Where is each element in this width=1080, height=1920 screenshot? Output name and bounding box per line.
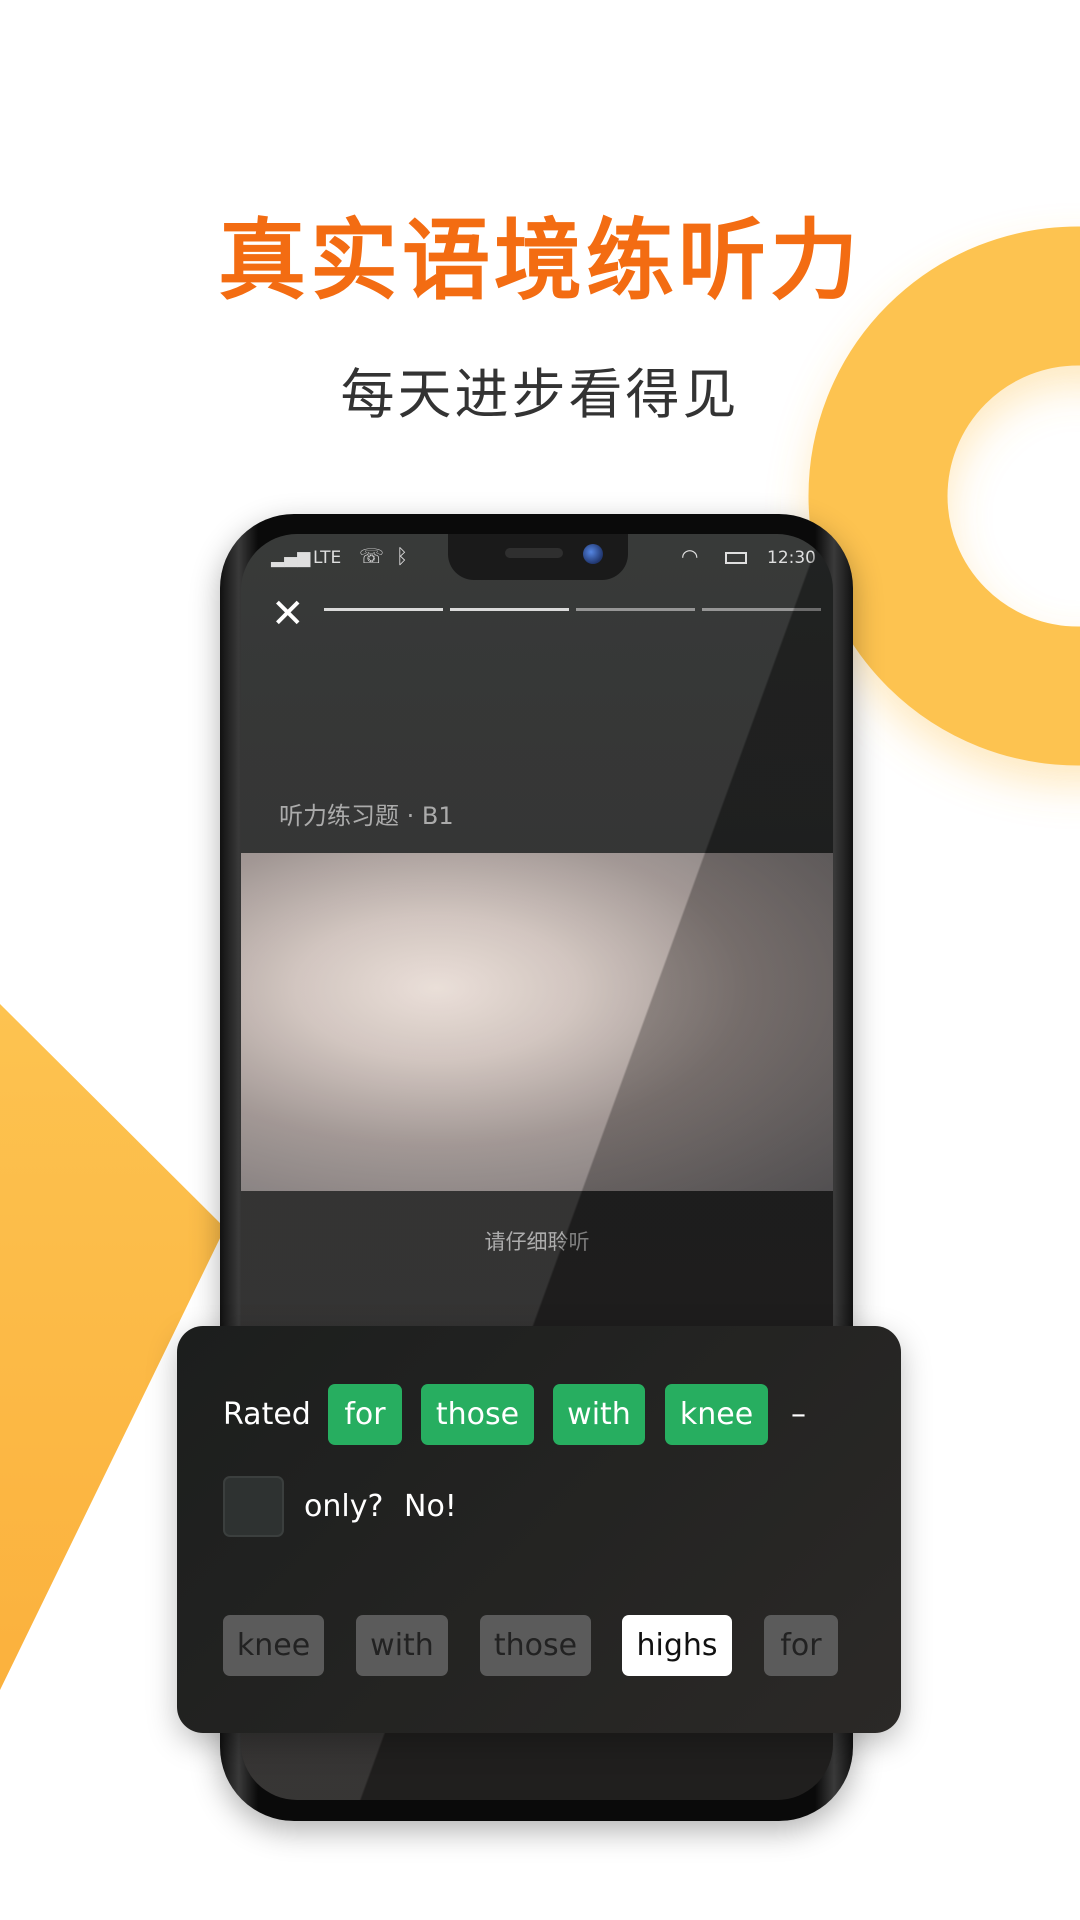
progress-segment — [576, 608, 695, 611]
close-button[interactable]: ✕ — [271, 594, 305, 634]
speaker — [505, 548, 563, 558]
progress-segment — [324, 608, 443, 611]
exercise-label: 听力练习题 · B1 — [279, 802, 454, 830]
dash: – — [791, 1397, 806, 1432]
clock: 12:30 — [767, 548, 816, 568]
bluetooth-icon: ᛒ — [396, 544, 408, 568]
quiz-card: Rated for those with knee – only? No! kn… — [177, 1326, 901, 1733]
filled-word[interactable]: with — [553, 1384, 645, 1445]
option-word[interactable]: those — [480, 1615, 591, 1676]
option-word[interactable]: highs — [622, 1615, 732, 1676]
option-word[interactable]: knee — [223, 1615, 324, 1676]
video-frame[interactable] — [241, 853, 833, 1191]
progress-segment — [450, 608, 569, 611]
headline: 真实语境练听力 — [217, 209, 862, 312]
option-word[interactable]: with — [356, 1615, 448, 1676]
camera-icon — [583, 544, 603, 564]
subheadline: 每天进步看得见 — [340, 363, 740, 426]
listen-hint: 请仔细聆听 — [484, 1230, 590, 1254]
filled-word[interactable]: knee — [665, 1384, 768, 1445]
network-label: LTE — [313, 548, 342, 568]
sentence-word: Rated — [223, 1397, 311, 1432]
progress-segment — [702, 608, 821, 611]
sentence-word: only? — [304, 1489, 384, 1524]
filled-word[interactable]: for — [328, 1384, 402, 1445]
answer-blank[interactable] — [223, 1476, 284, 1537]
option-word[interactable]: for — [764, 1615, 838, 1676]
notch — [448, 534, 628, 580]
sentence-word: No! — [404, 1489, 457, 1524]
wifi-icon: ◠ — [681, 544, 699, 568]
signal-icon: ▂▄▆ — [271, 548, 311, 568]
filled-word[interactable]: those — [421, 1384, 534, 1445]
battery-icon — [725, 552, 747, 564]
call-forward-icon: ☏ — [359, 544, 385, 568]
